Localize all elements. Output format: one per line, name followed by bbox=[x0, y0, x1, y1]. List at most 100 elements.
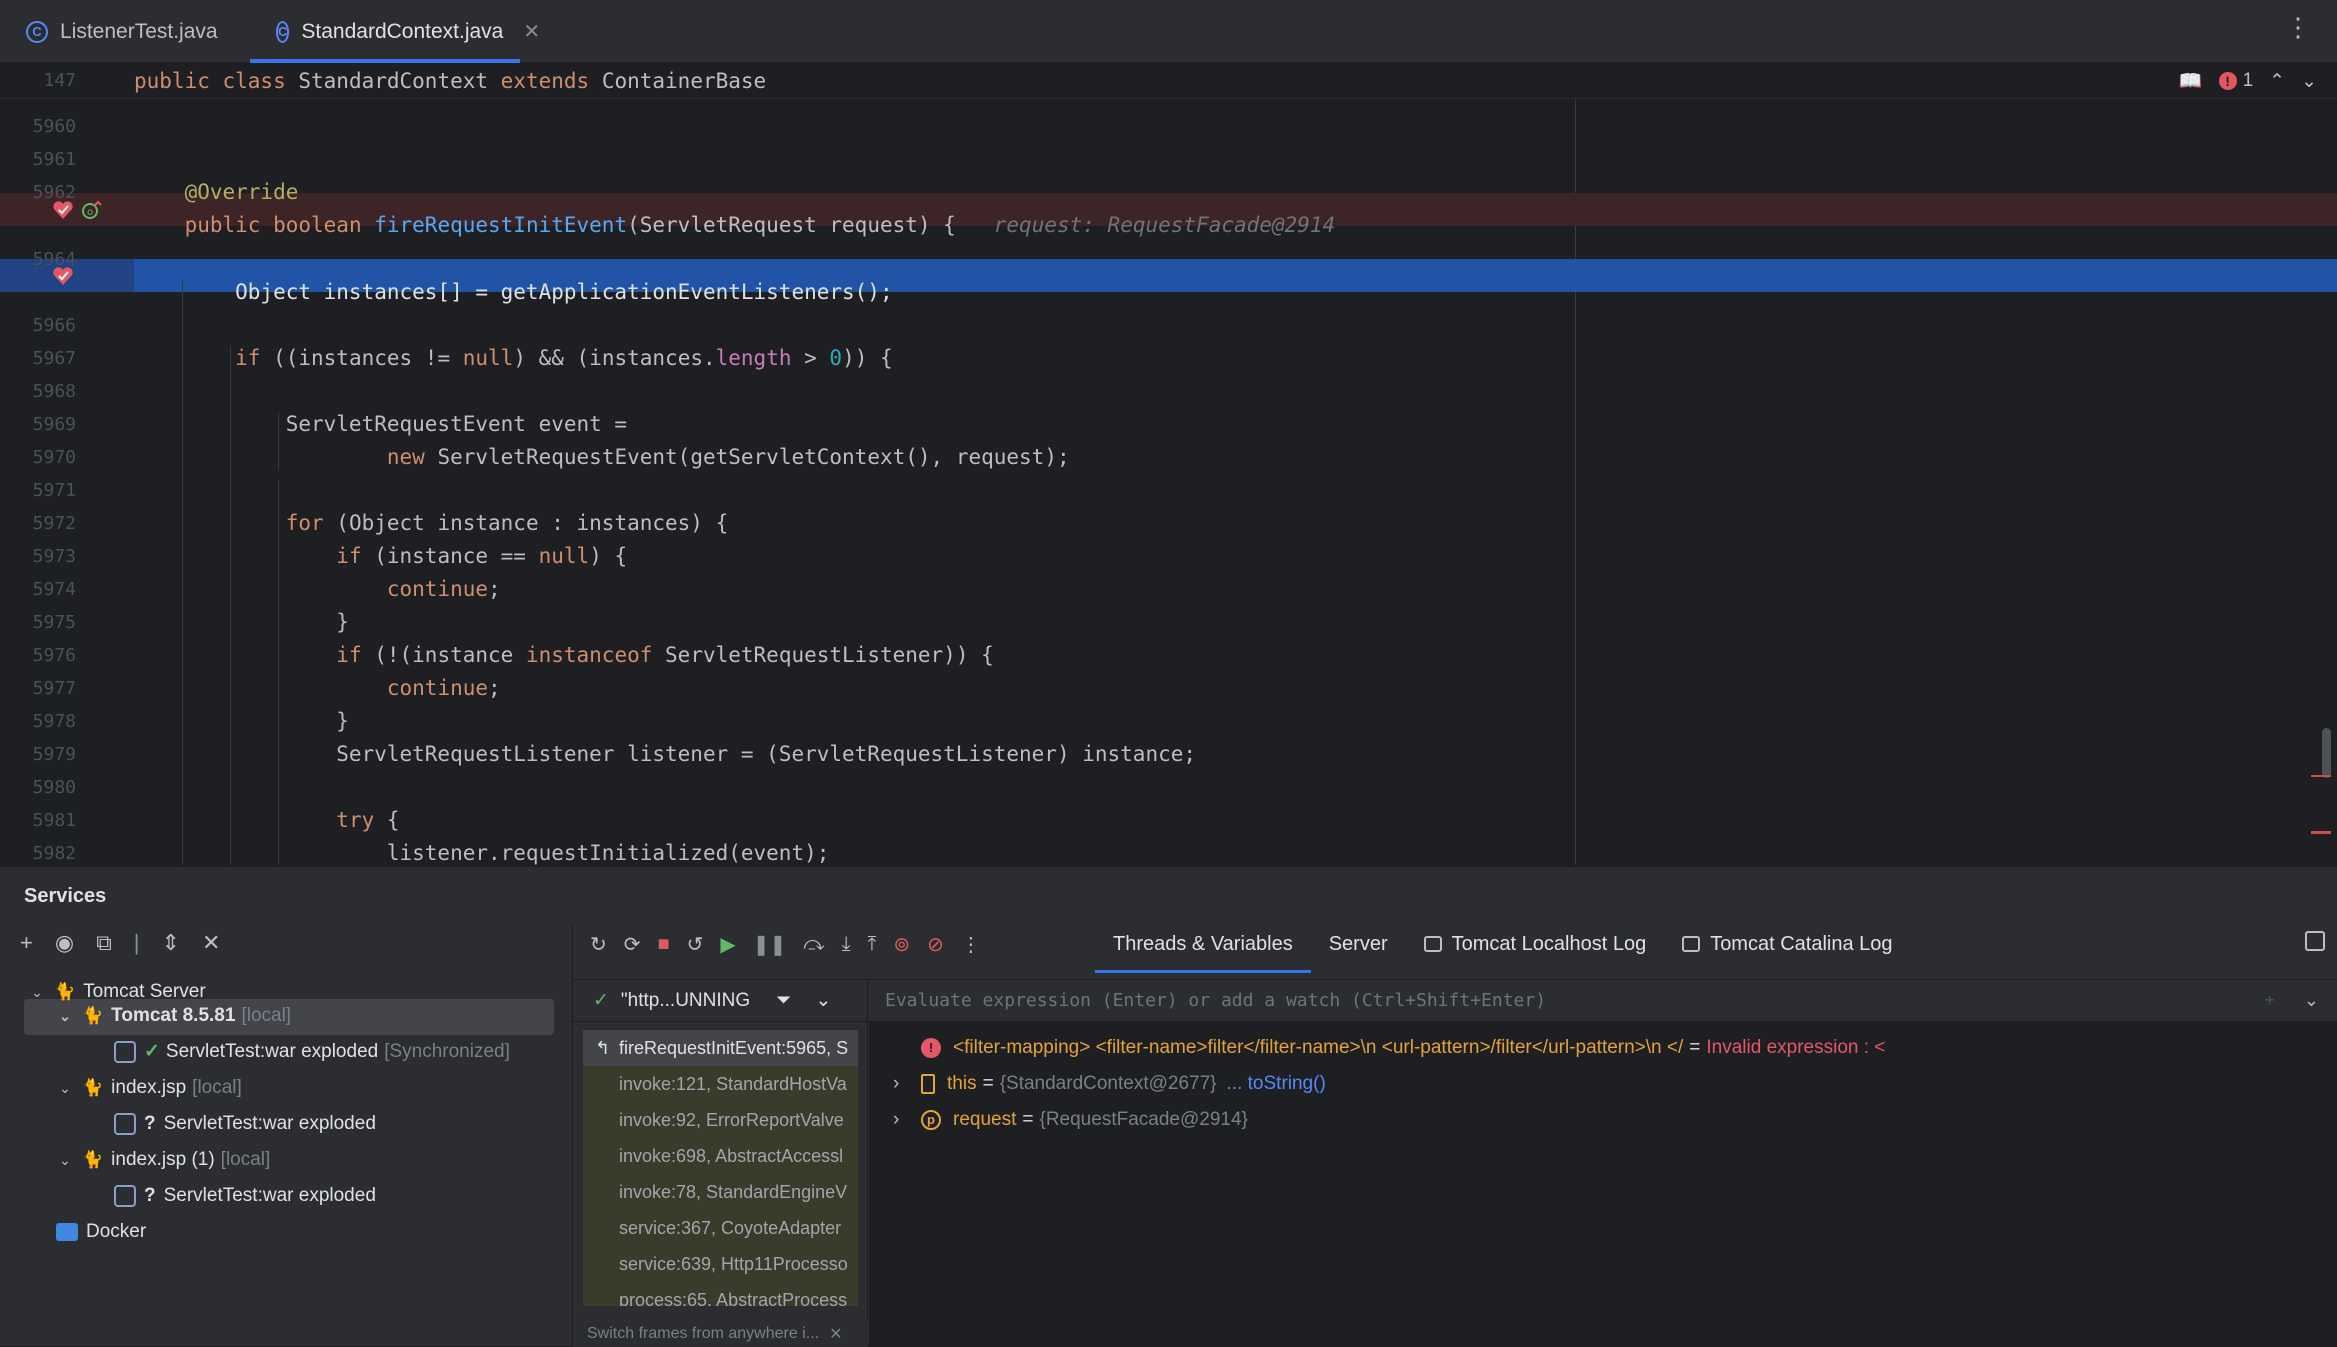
thread-selector[interactable]: ✓ "http...UNNING ⏷ ⌄ bbox=[573, 980, 868, 1022]
tostring-link[interactable]: ... toString() bbox=[1227, 1066, 1326, 1102]
tree-node-artifact[interactable]: ? ServletTest:war exploded bbox=[114, 1107, 376, 1141]
line-number: 5971 bbox=[32, 480, 76, 501]
line-number: 5970 bbox=[32, 447, 76, 468]
code-line: ServletRequestEvent event = bbox=[134, 412, 628, 436]
check-icon: ✓ bbox=[593, 990, 609, 1011]
stack-frame[interactable]: service:639, Http11Processo bbox=[583, 1246, 858, 1282]
tab-catalina-log[interactable]: Tomcat Catalina Log bbox=[1664, 923, 1910, 965]
evaluate-expression-field[interactable]: Evaluate expression (Enter) or add a wat… bbox=[869, 980, 2337, 1022]
variable-row-this[interactable]: › this = {StandardContext@2677} ... toSt… bbox=[893, 1066, 1326, 1102]
tree-suffix: [Synchronized] bbox=[384, 1041, 510, 1062]
editor-toolbar: 📖 ! 1 ⌃ ⌄ bbox=[2179, 69, 2317, 93]
scrollbar-thumb[interactable] bbox=[2322, 728, 2331, 778]
debugger-tabs: Threads & Variables Server Tomcat Localh… bbox=[1095, 923, 1911, 973]
add-watch-icon[interactable]: + bbox=[2264, 990, 2275, 1011]
artifact-icon bbox=[114, 1113, 136, 1135]
stack-frame[interactable]: service:367, CoyoteAdapter bbox=[583, 1210, 858, 1246]
more-vertical-icon[interactable]: ⋮ bbox=[961, 932, 981, 957]
thread-name: "http...UNNING bbox=[620, 989, 751, 1011]
frame-label: service:367, CoyoteAdapter bbox=[619, 1218, 842, 1238]
tree-node-tomcat-8581[interactable]: ⌄ 🐈 Tomcat 8.5.81 [local] bbox=[54, 999, 291, 1033]
pause-icon[interactable]: ❚❚ bbox=[753, 932, 787, 957]
artifact-icon bbox=[114, 1041, 136, 1063]
stack-frame[interactable]: ↰ fireRequestInitEvent:5965, S bbox=[583, 1030, 858, 1066]
override-method-icon[interactable]: o bbox=[80, 199, 102, 221]
code-line: listener.requestInitialized(event); bbox=[134, 841, 830, 865]
step-over-icon[interactable]: ⤼ bbox=[803, 933, 824, 956]
add-icon[interactable]: + bbox=[20, 930, 33, 956]
layout-settings-icon[interactable] bbox=[2305, 931, 2325, 951]
stack-frame[interactable]: invoke:121, StandardHostVa bbox=[583, 1066, 858, 1102]
chevron-right-icon[interactable]: › bbox=[893, 1066, 921, 1102]
restart-icon[interactable]: ⟳ bbox=[624, 932, 641, 957]
line-number: 5961 bbox=[32, 149, 76, 170]
tab-threads-variables[interactable]: Threads & Variables bbox=[1095, 923, 1311, 973]
var-name: request bbox=[953, 1109, 1017, 1130]
error-badge[interactable]: ! 1 bbox=[2218, 70, 2254, 92]
tree-node-artifact[interactable]: ✓ ServletTest:war exploded [Synchronized… bbox=[114, 1035, 510, 1069]
tab-label: Server bbox=[1328, 932, 1388, 955]
check-icon: ✓ bbox=[144, 1041, 160, 1062]
chevron-down-icon[interactable]: ⌄ bbox=[2301, 70, 2317, 93]
stop-icon[interactable]: ■ bbox=[658, 933, 670, 956]
tree-node-index-jsp-1[interactable]: ⌄ 🐈 index.jsp (1) [local] bbox=[54, 1143, 270, 1177]
breakpoint-icon[interactable] bbox=[52, 265, 74, 287]
eye-icon[interactable]: ◉ bbox=[55, 930, 74, 956]
error-stripe-marker[interactable] bbox=[2311, 775, 2331, 777]
tab-label: Threads & Variables bbox=[1113, 932, 1293, 955]
new-tab-icon[interactable]: ⧉ bbox=[96, 930, 112, 956]
services-tree[interactable]: ⌄ 🐈 Tomcat Server ⌄ 🐈 Tomcat 8.5.81 [loc… bbox=[0, 981, 570, 1341]
tree-node-artifact[interactable]: ? ServletTest:war exploded bbox=[114, 1179, 376, 1213]
chevron-down-icon[interactable]: ⌄ bbox=[815, 989, 831, 1012]
filter-icon[interactable]: ⏷ bbox=[776, 990, 791, 1012]
variable-row-request[interactable]: › p request = {RequestFacade@2914} bbox=[893, 1102, 1248, 1138]
chevron-up-icon[interactable]: ⌃ bbox=[2269, 70, 2285, 93]
line-number: 5980 bbox=[32, 777, 76, 798]
tab-listenertest[interactable]: C ListenerTest.java bbox=[0, 0, 240, 63]
rerun-icon[interactable]: ↻ bbox=[590, 932, 607, 957]
step-into-icon[interactable]: ⤓ bbox=[842, 933, 851, 956]
class-icon: C bbox=[26, 20, 48, 43]
breakpoint-icon[interactable] bbox=[52, 199, 74, 221]
chevron-down-icon[interactable]: ⌄ bbox=[54, 1143, 76, 1177]
reader-mode-icon[interactable]: 📖 bbox=[2179, 69, 2203, 93]
line-number: 5968 bbox=[32, 381, 76, 402]
error-count: 1 bbox=[2242, 70, 2254, 91]
tab-standardcontext[interactable]: C StandardContext.java ✕ bbox=[250, 0, 540, 63]
code-editor[interactable]: 147 public class StandardContext extends… bbox=[0, 63, 2337, 865]
stack-frame[interactable]: invoke:78, StandardEngineV bbox=[583, 1174, 858, 1210]
tree-label: Tomcat 8.5.81 bbox=[111, 1005, 236, 1026]
resume-icon[interactable]: ▶ bbox=[720, 932, 735, 957]
stack-frame[interactable]: invoke:698, AbstractAccessl bbox=[583, 1138, 858, 1174]
update-icon[interactable]: ↺ bbox=[687, 932, 704, 957]
sticky-class-header[interactable]: 147 public class StandardContext extends… bbox=[0, 63, 2337, 99]
chevron-down-icon[interactable]: ⌄ bbox=[54, 1071, 76, 1105]
stack-frame[interactable]: process:65, AbstractProcess bbox=[583, 1282, 858, 1306]
eval-placeholder: Evaluate expression (Enter) or add a wat… bbox=[885, 990, 1547, 1011]
mute-breakpoints-icon[interactable]: ⊘ bbox=[927, 932, 944, 957]
error-stripe-marker[interactable] bbox=[2311, 831, 2331, 834]
collapse-all-icon[interactable]: ✕ bbox=[202, 930, 220, 956]
chevron-down-icon[interactable]: ⌄ bbox=[54, 999, 76, 1033]
expand-all-icon[interactable]: ⇕ bbox=[162, 930, 180, 956]
more-vertical-icon[interactable]: ⋮ bbox=[2285, 14, 2311, 40]
tree-suffix: [local] bbox=[220, 1149, 271, 1170]
view-breakpoints-icon[interactable]: ⊚ bbox=[893, 932, 910, 957]
stack-frame[interactable]: invoke:92, ErrorReportValve bbox=[583, 1102, 858, 1138]
class-icon: C bbox=[276, 20, 290, 43]
tree-node-index-jsp[interactable]: ⌄ 🐈 index.jsp [local] bbox=[54, 1071, 242, 1105]
frames-hint: Switch frames from anywhere i... ✕ bbox=[573, 1321, 868, 1347]
chevron-down-icon[interactable]: ⌄ bbox=[26, 975, 48, 1009]
tab-localhost-log[interactable]: Tomcat Localhost Log bbox=[1406, 923, 1665, 965]
close-icon[interactable]: ✕ bbox=[523, 19, 540, 44]
tree-node-docker[interactable]: Docker bbox=[56, 1215, 146, 1249]
tree-label: ServletTest:war exploded bbox=[165, 1041, 379, 1062]
tab-server[interactable]: Server bbox=[1311, 923, 1406, 965]
chevron-right-icon[interactable]: › bbox=[893, 1102, 921, 1138]
chevron-down-icon[interactable]: ⌄ bbox=[2304, 990, 2319, 1011]
close-icon[interactable]: ✕ bbox=[829, 1324, 842, 1344]
watch-row[interactable]: ! <filter-mapping> <filter-name>filter</… bbox=[921, 1030, 1885, 1066]
line-number: 5960 bbox=[32, 116, 76, 137]
step-out-icon[interactable]: ⤒ bbox=[868, 933, 877, 956]
services-title: Services bbox=[24, 885, 107, 907]
